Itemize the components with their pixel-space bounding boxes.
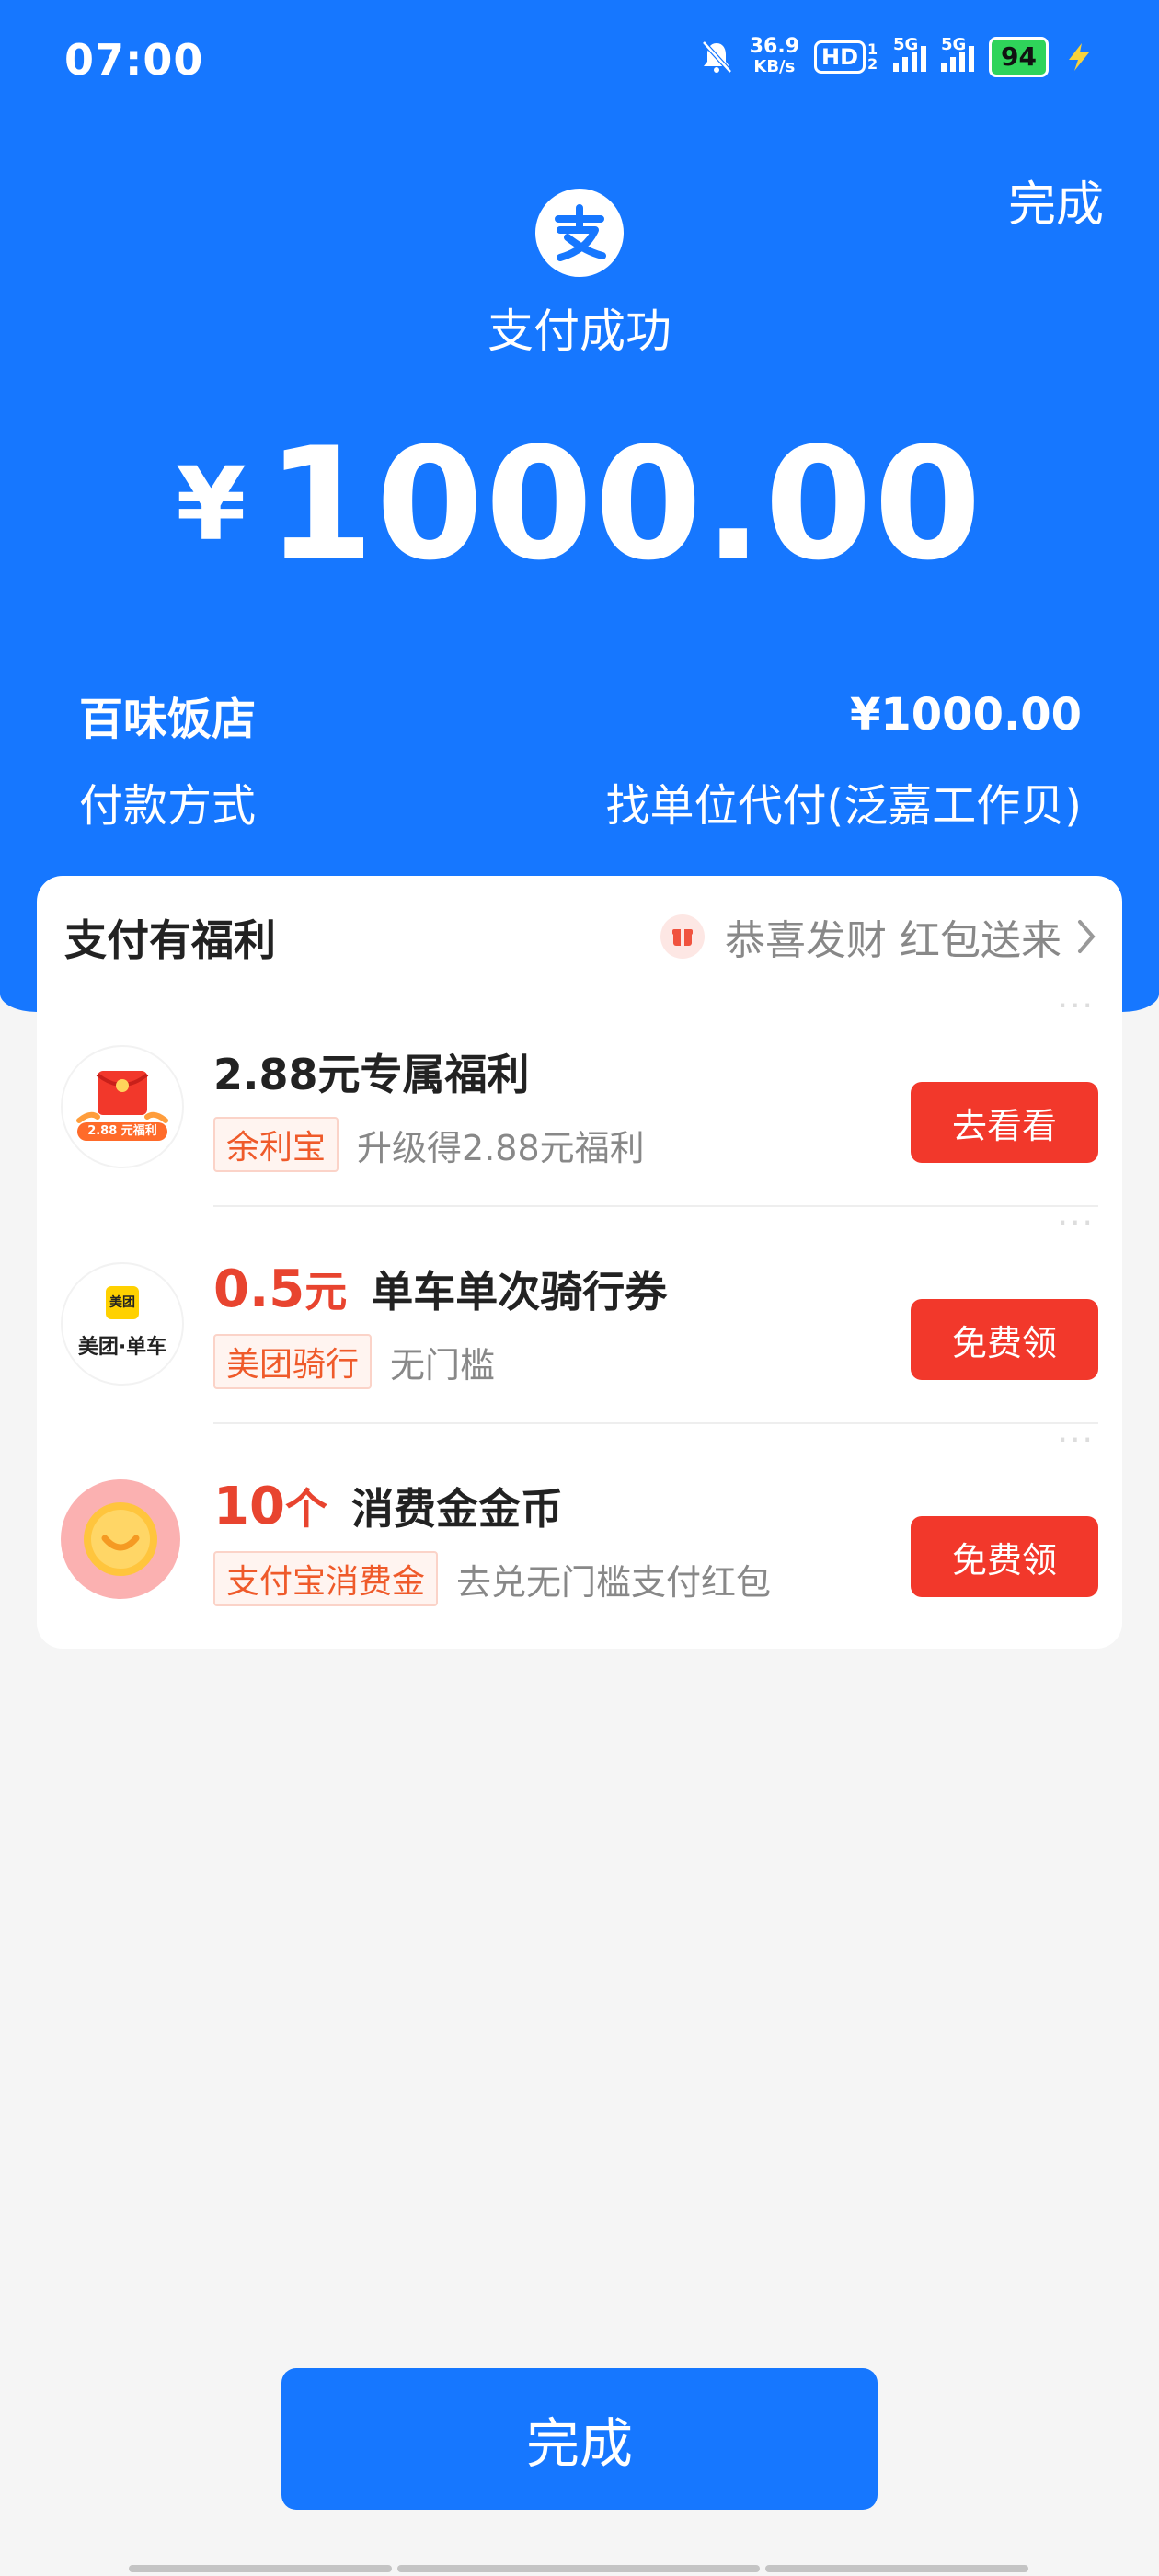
merchant-amount: ¥1000.00 [849, 689, 1082, 741]
status-bar: 07:00 36.9 KB/s HD 12 5G 5G 94 [0, 0, 1159, 120]
benefit-title-text: 消费金金币 [350, 1484, 563, 1534]
benefit-desc: 升级得2.88元福利 [357, 1127, 645, 1168]
divider [213, 1422, 1098, 1424]
benefit-tag: 支付宝消费金 [213, 1551, 439, 1606]
signal-2-label: 5G [941, 35, 967, 54]
benefits-card: 支付有福利 恭喜发财 红包送来 ··· 2.88 元福利 2.88元专属福利 余… [37, 876, 1122, 1649]
red-envelope-thumbnail: 2.88 元福利 [61, 1045, 184, 1168]
benefit-item[interactable]: ··· 2.88 元福利 2.88元专属福利 余利宝 升级得2.88元福利 去看… [37, 990, 1122, 1207]
status-icons: 36.9 KB/s HD 12 5G 5G 94 [698, 35, 1095, 77]
benefit-highlight-unit: 元 [304, 1267, 348, 1317]
hd-indicator: HD 12 [814, 40, 878, 74]
benefit-tag: 美团骑行 [213, 1334, 373, 1389]
promo-text: 恭喜发财 红包送来 [725, 917, 1061, 964]
thumbnail-label: 2.88 元福利 [87, 1124, 157, 1138]
hd-sim-numbers: 12 [867, 40, 878, 73]
meituan-bike-logo: 美团 美团·单车 [61, 1262, 184, 1386]
benefit-subline: 支付宝消费金 去兑无门槛支付红包 [213, 1551, 771, 1606]
benefit-tag: 余利宝 [213, 1117, 339, 1172]
payment-method-value: 找单位代付(泛嘉工作贝) [605, 780, 1082, 832]
benefit-item[interactable]: ··· 美团 美团·单车 0.5元 单车单次骑行券 美团骑行 无门槛 免费领 [37, 1207, 1122, 1424]
claim-free-button[interactable]: 免费领 [911, 1299, 1098, 1380]
benefit-highlight-value: 0.5 [213, 1259, 305, 1319]
benefit-title: 2.88元专属福利 [213, 1050, 530, 1099]
benefits-title: 支付有福利 [64, 915, 276, 965]
signal-1-label: 5G [893, 35, 919, 54]
signal-1-icon: 5G [893, 35, 927, 72]
benefit-desc: 去兑无门槛支付红包 [456, 1561, 772, 1603]
benefit-item[interactable]: ··· 10个 消费金金币 支付宝消费金 去兑无门槛支付红包 免费领 [37, 1424, 1122, 1641]
payment-method-row: 付款方式 找单位代付(泛嘉工作贝) [79, 769, 1082, 834]
more-options-icon[interactable]: ··· [1058, 1424, 1095, 1457]
benefit-title: 0.5元 单车单次骑行券 [213, 1259, 667, 1319]
done-button[interactable]: 完成 [281, 2368, 878, 2510]
payment-method-label: 付款方式 [79, 780, 257, 832]
charging-bolt-icon [1069, 43, 1089, 71]
done-top-button[interactable]: 完成 [1008, 166, 1104, 235]
benefit-title-text: 单车单次骑行券 [371, 1267, 668, 1317]
network-speed-value: 36.9 [749, 35, 800, 58]
status-time: 07:00 [64, 35, 204, 85]
benefit-title: 10个 消费金金币 [213, 1476, 563, 1536]
gold-coin-icon [61, 1479, 180, 1599]
benefit-subline: 余利宝 升级得2.88元福利 [213, 1117, 645, 1172]
signal-2-icon: 5G [941, 35, 975, 72]
amount-value: 1000.00 [266, 414, 983, 594]
currency-symbol: ¥ [176, 445, 247, 563]
more-options-icon[interactable]: ··· [1058, 1207, 1095, 1240]
network-speed: 36.9 KB/s [750, 37, 799, 77]
alipay-logo-icon [535, 189, 624, 277]
bell-muted-icon [701, 40, 732, 74]
meituan-logo-badge: 美团 [106, 1286, 139, 1319]
more-options-icon[interactable]: ··· [1058, 990, 1095, 1023]
divider [213, 1205, 1098, 1207]
network-speed-unit: KB/s [753, 57, 796, 76]
view-benefit-button[interactable]: 去看看 [911, 1082, 1098, 1163]
benefit-subline: 美团骑行 无门槛 [213, 1334, 495, 1389]
red-envelope-icon [660, 914, 705, 959]
merchant-row: 百味饭店 ¥1000.00 [79, 683, 1082, 747]
payment-status-title: 支付成功 [488, 305, 671, 358]
gesture-nav-bar[interactable] [129, 2565, 1028, 2572]
meituan-bike-label: 美团·单车 [77, 1336, 167, 1359]
promo-link[interactable]: 恭喜发财 红包送来 [660, 907, 1100, 966]
chevron-right-icon [1078, 920, 1096, 953]
benefit-highlight-value: 10 [213, 1477, 285, 1536]
benefit-desc: 无门槛 [390, 1344, 496, 1386]
claim-free-button[interactable]: 免费领 [911, 1516, 1098, 1597]
merchant-name: 百味饭店 [79, 694, 257, 745]
payment-amount: ¥1000.00 [0, 414, 1159, 594]
battery-level: 94 [989, 37, 1049, 77]
benefit-highlight-unit: 个 [284, 1484, 327, 1534]
hd-badge: HD [814, 40, 866, 74]
